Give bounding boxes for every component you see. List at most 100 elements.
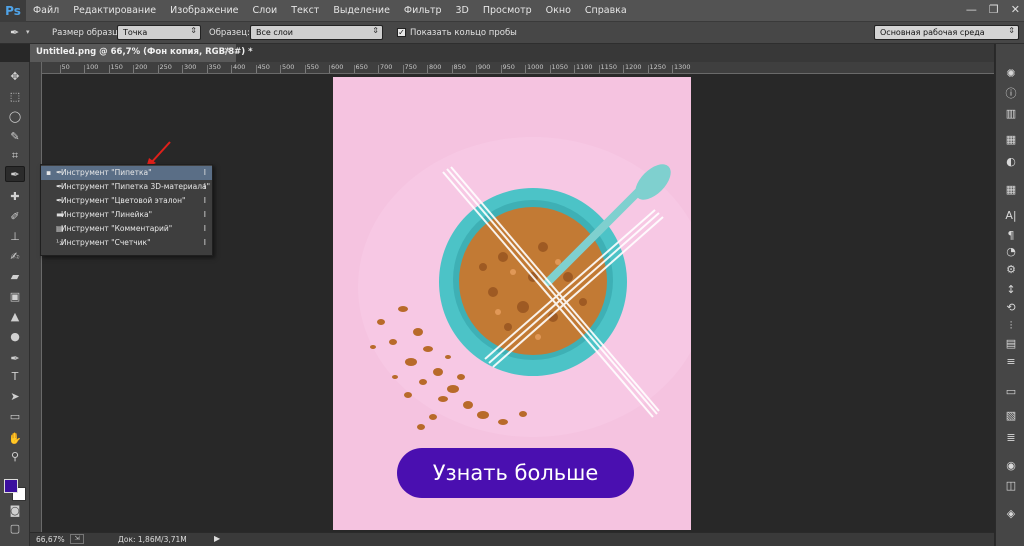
hand-tool-icon[interactable]: ✋ (5, 430, 25, 446)
info-icon[interactable]: ⓘ (1001, 86, 1021, 102)
ruler-tick (133, 65, 134, 73)
histogram-icon[interactable]: ▥ (1001, 106, 1021, 122)
type-tool-icon[interactable]: T (5, 368, 25, 384)
sample-size-select[interactable]: Точка ⇕ (117, 25, 201, 40)
ruler-tick (402, 65, 404, 73)
brush-panel-icon[interactable]: ▦ (1001, 132, 1021, 148)
close-tab-icon[interactable]: × (223, 46, 231, 56)
color-panel-icon[interactable]: ◐ (1001, 154, 1021, 170)
quick-mask-icon[interactable]: ◙ (5, 502, 25, 518)
ruler-tick-label: 950 (502, 63, 515, 71)
menu-view[interactable]: Просмотр (476, 0, 539, 22)
menu-edit[interactable]: Редактирование (66, 0, 163, 22)
menu-filter[interactable]: Фильтр (397, 0, 449, 22)
eyedropper-tool-icon[interactable]: ✒ (5, 166, 25, 182)
ruler-tick (574, 65, 575, 73)
timeline-icon[interactable]: ▭ (1001, 384, 1021, 400)
ruler-tick (304, 65, 306, 73)
ruler-tick (182, 65, 183, 73)
workspace-select[interactable]: Основная рабочая среда ⇕ (874, 25, 1019, 40)
export-icon[interactable]: ⇲ (70, 534, 84, 544)
menu-type[interactable]: Текст (284, 0, 326, 22)
menu-layers[interactable]: Слои (245, 0, 284, 22)
ruler-tick (108, 65, 110, 73)
channels-icon[interactable]: ⫶ (1001, 318, 1021, 334)
eyedropper-tools-flyout: ▪ ✒ Инструмент "Пипетка" I ✒ Инструмент … (40, 164, 213, 256)
rectangle-tool-icon[interactable]: ▭ (5, 408, 25, 424)
layers-icon[interactable]: ◈ (1001, 506, 1021, 522)
document-tab-bar: Untitled.png @ 66,7% (Фон копия, RGB/8#)… (30, 44, 994, 62)
styles-icon[interactable]: ◔ (1001, 244, 1021, 260)
pen-tool-icon[interactable]: ✒ (5, 350, 25, 366)
marquee-tool-icon[interactable]: ⬚ (5, 88, 25, 104)
clone-source-icon[interactable]: ◉ (1001, 458, 1021, 474)
eraser-tool-icon[interactable]: ▰ (5, 268, 25, 284)
minimize-icon[interactable]: — (966, 3, 977, 16)
zoom-level[interactable]: 66,67% (36, 535, 65, 544)
flyout-item-count[interactable]: ¹₂ Инструмент "Счетчик" I (41, 236, 212, 250)
flyout-item-ruler[interactable]: ▬ Инструмент "Линейка" I (41, 208, 212, 222)
ruler-tick-label: 750 (404, 63, 417, 71)
screen-mode-icon[interactable]: ▢ (5, 520, 25, 536)
ruler-tick-label: 250 (159, 63, 172, 71)
ruler-tick (525, 65, 526, 73)
ruler-tick-label: 100 (86, 63, 99, 71)
navigator-icon[interactable]: ↕ (1001, 282, 1021, 298)
actions-icon[interactable]: ≡ (1001, 354, 1021, 370)
gear-icon[interactable]: ✺ (1001, 66, 1021, 82)
healing-brush-tool-icon[interactable]: ✚ (5, 188, 25, 204)
paragraph-icon[interactable]: ¶ (1001, 228, 1021, 244)
quick-select-tool-icon[interactable]: ✎ (5, 128, 25, 144)
ruler-tick-label: 50 (61, 63, 70, 71)
sample-select[interactable]: Все слои ⇕ (250, 25, 383, 40)
show-ring-checkbox[interactable]: ✓ (397, 28, 406, 37)
crop-tool-icon[interactable]: ⌗ (5, 148, 25, 164)
eyedropper-preset-icon[interactable]: ✒ (10, 26, 19, 39)
foreground-color-swatch[interactable] (4, 479, 18, 493)
ruler-tick-label: 300 (184, 63, 197, 71)
dropdown-arrows-icon: ⇕ (1008, 26, 1015, 35)
history-brush-tool-icon[interactable]: ✍ (5, 248, 25, 264)
gradient-tool-icon[interactable]: ▣ (5, 288, 25, 304)
brush-tool-icon[interactable]: ✐ (5, 208, 25, 224)
ruler-tick-label: 850 (453, 63, 466, 71)
menu-image[interactable]: Изображение (163, 0, 245, 22)
paths-icon[interactable]: ⟲ (1001, 300, 1021, 316)
ruler-tick (206, 65, 208, 73)
swatches-icon[interactable]: ▦ (1001, 182, 1021, 198)
character-icon[interactable]: A| (1001, 208, 1021, 224)
ruler-tick (623, 65, 624, 73)
blur-tool-icon[interactable]: ▲ (5, 308, 25, 324)
status-menu-arrow-icon[interactable]: ▶ (214, 534, 220, 543)
menu-help[interactable]: Справка (578, 0, 634, 22)
zoom-tool-icon[interactable]: ⚲ (5, 448, 25, 464)
tool-presets-icon[interactable]: ◫ (1001, 478, 1021, 494)
close-icon[interactable]: ✕ (1011, 3, 1020, 16)
history-icon[interactable]: ▤ (1001, 336, 1021, 352)
flyout-item-3d-material-eyedropper[interactable]: ✒ Инструмент "Пипетка 3D-материала" I (41, 180, 212, 194)
adjustments-icon[interactable]: ⚙ (1001, 262, 1021, 278)
document-tab[interactable]: Untitled.png @ 66,7% (Фон копия, RGB/8#)… (30, 44, 253, 62)
menu-select[interactable]: Выделение (326, 0, 397, 22)
menu-3d[interactable]: 3D (449, 0, 476, 22)
lasso-tool-icon[interactable]: ◯ (5, 108, 25, 124)
ruler-tick-label: 900 (478, 63, 491, 71)
stamp-tool-icon[interactable]: ⊥ (5, 228, 25, 244)
path-select-tool-icon[interactable]: ➤ (5, 388, 25, 404)
dodge-tool-icon[interactable]: ● (5, 328, 25, 344)
layer-comps-icon[interactable]: ▧ (1001, 408, 1021, 424)
properties-icon[interactable]: ≣ (1001, 430, 1021, 446)
restore-icon[interactable]: ❐ (989, 3, 999, 16)
move-tool-icon[interactable]: ✥ (5, 68, 25, 84)
ruler-tick (427, 65, 428, 73)
ruler-tick (231, 65, 232, 73)
chevron-down-icon[interactable]: ▾ (26, 28, 30, 36)
menu-window[interactable]: Окно (539, 0, 578, 22)
ruler-tick (84, 65, 85, 73)
options-bar: ✒ ▾ Размер образца: Точка ⇕ Образец: Все … (0, 22, 1024, 44)
flyout-item-eyedropper[interactable]: ▪ ✒ Инструмент "Пипетка" I (41, 166, 212, 180)
ruler-tick-label: 400 (233, 63, 246, 71)
flyout-item-color-sampler[interactable]: ✒ Инструмент "Цветовой эталон" I (41, 194, 212, 208)
menu-file[interactable]: Файл (26, 0, 66, 22)
flyout-item-note[interactable]: ▤ Инструмент "Комментарий" I (41, 222, 212, 236)
